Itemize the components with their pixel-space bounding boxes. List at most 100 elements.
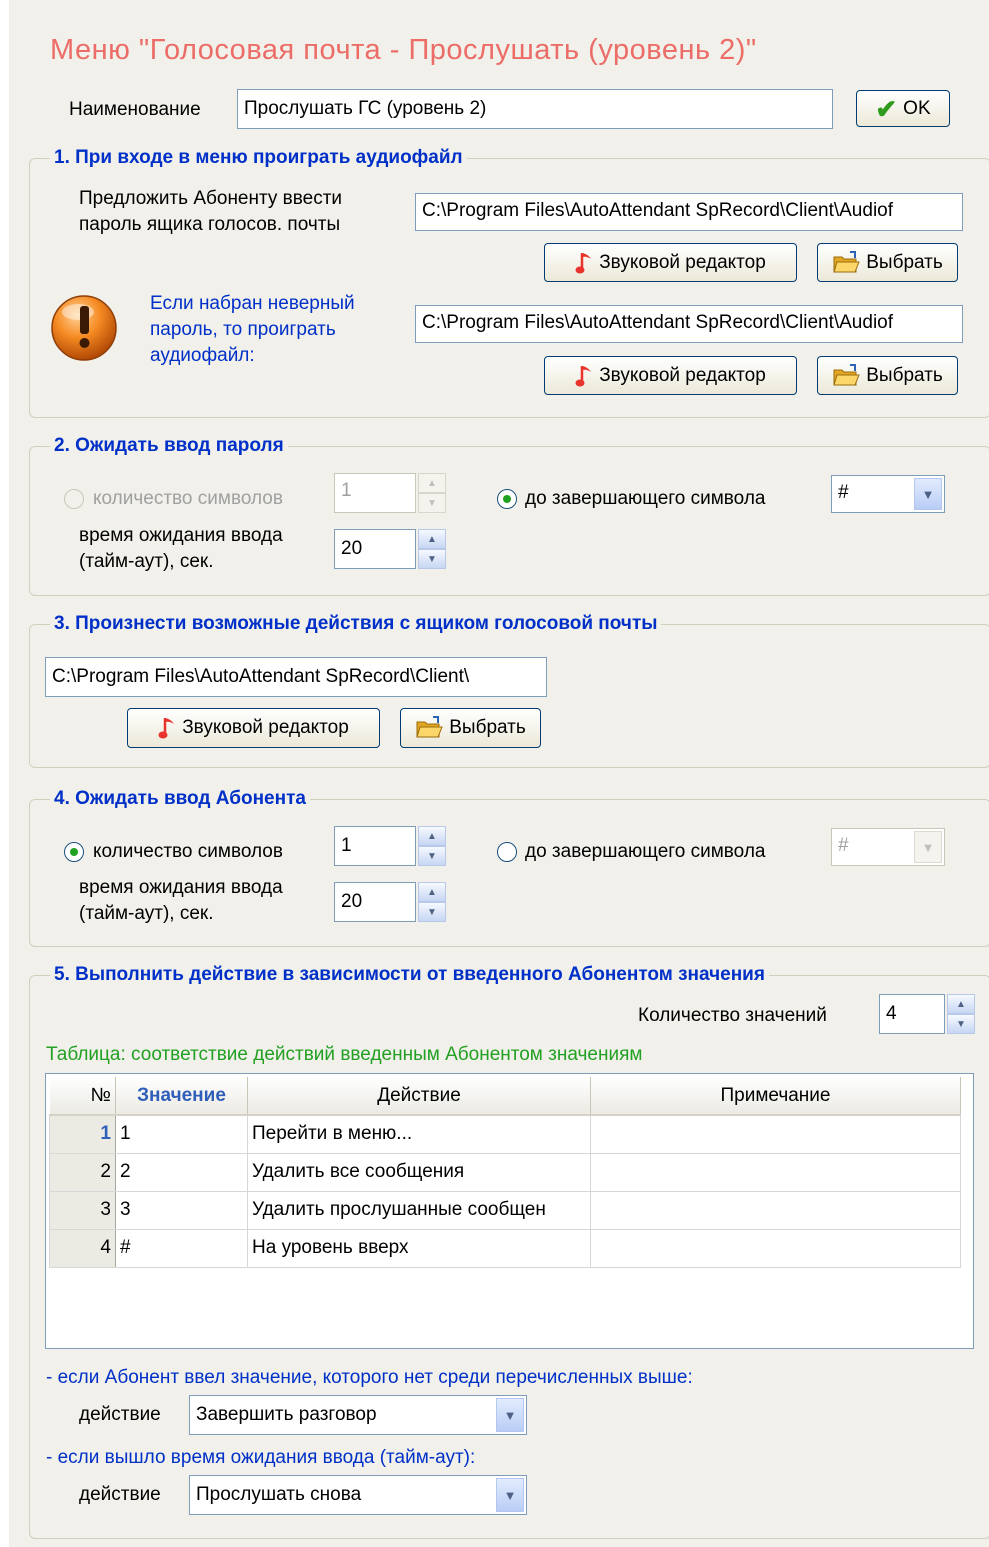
choose-button-2[interactable]: Выбрать [817,356,958,395]
table-header-row: № Значение Действие Примечание [49,1077,961,1116]
terminator-select-value: # [838,482,849,503]
col-header-action[interactable]: Действие [247,1077,591,1116]
section-2-legend: 2. Ожидать ввод пароля [50,434,288,458]
count-radio-password[interactable] [64,489,84,509]
ok-button[interactable]: ✔ OK [856,90,950,127]
row-note-cell[interactable] [590,1228,961,1268]
chevron-down-icon[interactable]: ▼ [914,478,942,510]
choose-label: Выбрать [449,717,526,738]
invalid-value-caption: - если Абонент ввел значение, которого н… [46,1367,693,1388]
table-row[interactable]: 2 2 Удалить все сообщения [49,1152,961,1192]
choose-button-3[interactable]: Выбрать [400,708,541,748]
timeout-label-password-line2: (тайм-аут), сек. [79,551,214,572]
folder-open-icon [832,251,860,275]
section-1-legend: 1. При входе в меню проиграть аудиофайл [50,146,467,170]
wrong-password-label-line2: пароль, то проиграть [150,319,336,340]
sound-editor-label: Звуковой редактор [599,251,766,273]
row-value-cell[interactable]: 1 [115,1114,248,1154]
timeout-caption: - если вышло время ожидания ввода (тайм-… [46,1447,476,1468]
invalid-action-label: действие [79,1404,161,1425]
table-row[interactable]: 1 1 Перейти в меню... [49,1114,961,1154]
sound-editor-button-3[interactable]: Звуковой редактор [127,708,380,748]
warning-icon [51,295,117,361]
page-title: Меню "Голосовая почта - Прослушать (уров… [50,34,757,66]
count-input-password[interactable]: 1 [334,473,416,513]
timeout-label-input-line1: время ожидания ввода [79,877,283,898]
table-row[interactable]: 4 # На уровень вверх [49,1228,961,1268]
prompt-audiofile-input[interactable]: C:\Program Files\AutoAttendant SpRecord\… [415,193,963,231]
spin-down-icon[interactable]: ▼ [418,902,446,922]
row-value-cell[interactable]: 2 [115,1152,248,1192]
timeout-spinner-password[interactable]: ▲ ▼ [418,529,446,569]
terminator-select-subscriber[interactable]: # ▼ [831,828,945,866]
chevron-down-icon[interactable]: ▼ [496,1478,524,1512]
wrong-password-audiofile-input[interactable]: C:\Program Files\AutoAttendant SpRecord\… [415,305,963,343]
music-note-icon [575,250,593,276]
count-input-subscriber[interactable]: 1 [334,826,416,866]
col-header-number[interactable]: № [49,1077,116,1116]
col-header-value[interactable]: Значение [115,1077,248,1116]
row-value-cell[interactable]: 3 [115,1190,248,1230]
count-label-input: количество символов [93,841,283,862]
row-action-cell[interactable]: Перейти в меню... [247,1114,591,1154]
table-caption: Таблица: соответствие действий введенным… [46,1044,643,1065]
row-number: 3 [49,1190,116,1230]
row-note-cell[interactable] [590,1152,961,1192]
section-5-legend: 5. Выполнить действие в зависимости от в… [50,963,769,987]
terminator-radio-password[interactable] [497,489,517,509]
spin-down-icon[interactable]: ▼ [947,1014,975,1034]
checkmark-icon: ✔ [875,93,898,124]
sound-editor-button-2[interactable]: Звуковой редактор [544,356,797,395]
count-spinner-subscriber[interactable]: ▲ ▼ [418,826,446,866]
timeout-action-value: Прослушать снова [196,1484,362,1505]
name-label: Наименование [69,99,201,120]
count-spinner-password[interactable]: ▲ ▼ [418,473,446,513]
row-note-cell[interactable] [590,1114,961,1154]
chevron-down-icon[interactable]: ▼ [496,1398,524,1432]
choose-label: Выбрать [866,364,943,386]
count-label-password: количество символов [93,488,283,509]
terminator-select-password[interactable]: # ▼ [831,475,945,513]
section-3-legend: 3. Произнести возможные действия с ящико… [50,612,662,636]
timeout-action-select[interactable]: Прослушать снова ▼ [189,1475,527,1515]
folder-open-icon [832,364,860,388]
count-radio-input[interactable] [64,842,84,862]
spin-up-icon[interactable]: ▲ [947,994,975,1014]
folder-open-icon [415,716,443,740]
table-row[interactable]: 3 3 Удалить прослушанные сообщен [49,1190,961,1230]
spin-up-icon[interactable]: ▲ [418,882,446,902]
timeout-input-password[interactable]: 20 [334,529,416,569]
name-input[interactable]: Прослушать ГС (уровень 2) [237,89,833,129]
ok-button-label: OK [903,97,931,119]
actions-audiofile-input[interactable]: C:\Program Files\AutoAttendant SpRecord\… [45,657,547,697]
row-value-cell[interactable]: # [115,1228,248,1268]
spin-down-icon[interactable]: ▼ [418,549,446,569]
spin-down-icon[interactable]: ▼ [418,846,446,866]
row-action-cell[interactable]: На уровень вверх [247,1228,591,1268]
invalid-action-select[interactable]: Завершить разговор ▼ [189,1395,527,1435]
row-note-cell[interactable] [590,1190,961,1230]
spin-up-icon[interactable]: ▲ [418,473,446,493]
terminator-radio-input[interactable] [497,842,517,862]
terminator-label-password: до завершающего символа [525,488,766,509]
timeout-spinner-subscriber[interactable]: ▲ ▼ [418,882,446,922]
col-header-note[interactable]: Примечание [590,1077,961,1116]
spin-down-icon[interactable]: ▼ [418,493,446,513]
wrong-password-label-line1: Если набран неверный [150,293,355,314]
row-number: 4 [49,1228,116,1268]
spin-up-icon[interactable]: ▲ [418,529,446,549]
timeout-label-input-line2: (тайм-аут), сек. [79,903,214,924]
row-action-cell[interactable]: Удалить прослушанные сообщен [247,1190,591,1230]
spin-up-icon[interactable]: ▲ [418,826,446,846]
value-count-spinner[interactable]: ▲ ▼ [947,994,975,1034]
chevron-down-icon[interactable]: ▼ [914,831,942,863]
mapping-table: № Значение Действие Примечание 1 1 Перей… [49,1077,961,1268]
value-count-input[interactable]: 4 [879,994,945,1034]
timeout-input-subscriber[interactable]: 20 [334,882,416,922]
wrong-password-label-line3: аудиофайл: [150,345,255,366]
row-number: 2 [49,1152,116,1192]
row-action-cell[interactable]: Удалить все сообщения [247,1152,591,1192]
sound-editor-button-1[interactable]: Звуковой редактор [544,243,797,282]
choose-button-1[interactable]: Выбрать [817,243,958,282]
prompt-label-line2: пароль ящика голосов. почты [79,214,341,235]
